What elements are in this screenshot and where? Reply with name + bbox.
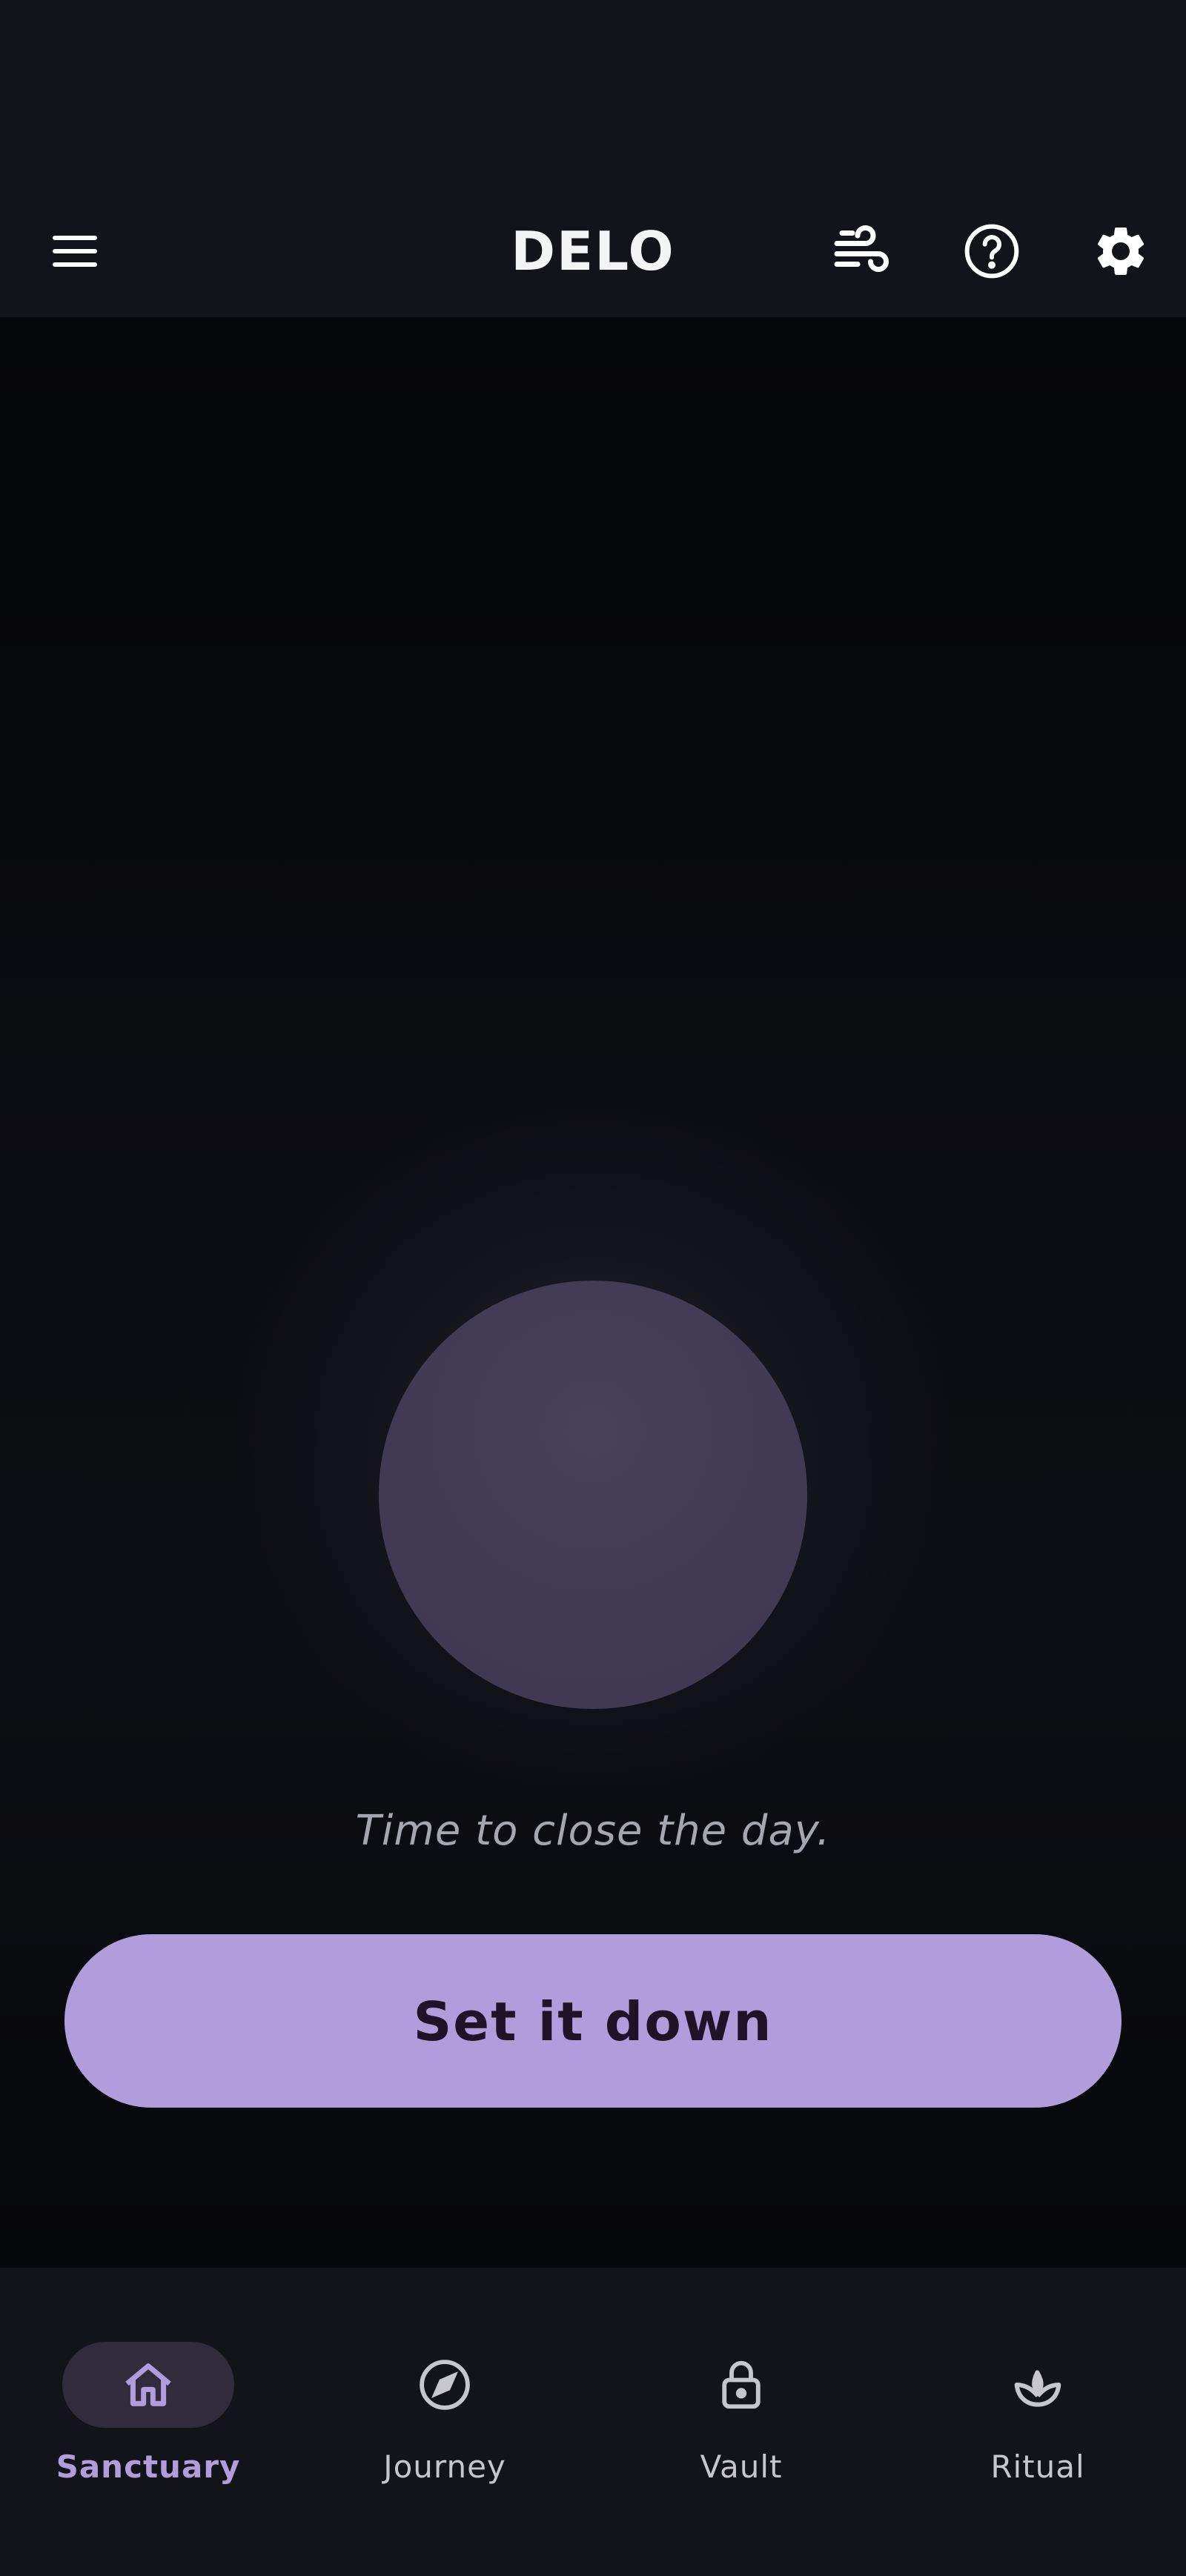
sprout-icon (1014, 2370, 1061, 2407)
gear-icon (1097, 227, 1144, 275)
help-icon (964, 224, 1019, 279)
help-button[interactable] (947, 207, 1036, 296)
nav-label-journey: Journey (383, 2449, 506, 2485)
breathing-orb[interactable] (379, 1281, 807, 1709)
nav-label-vault: Vault (700, 2449, 783, 2485)
set-it-down-button[interactable]: Set it down (64, 1934, 1122, 2108)
evening-prompt: Time to close the day. (355, 1807, 831, 1855)
wind-icon (834, 225, 889, 272)
breath-button[interactable] (818, 207, 907, 296)
home-icon (125, 2363, 171, 2406)
compass-icon (420, 2360, 470, 2410)
nav-label-sanctuary: Sanctuary (56, 2449, 241, 2485)
top-app-bar: DELO (0, 185, 1186, 317)
nav-label-ritual: Ritual (990, 2449, 1085, 2485)
sanctuary-screen: Time to close the day. Set it down (0, 317, 1186, 2268)
nav-item-journey[interactable]: Journey (296, 2305, 593, 2497)
nav-item-sanctuary[interactable]: Sanctuary (0, 2305, 296, 2497)
nav-item-vault[interactable]: Vault (593, 2305, 890, 2497)
nav-item-ritual[interactable]: Ritual (890, 2305, 1186, 2497)
bottom-navigation: Sanctuary Journey Vault Ritual (0, 2268, 1186, 2576)
status-bar (0, 0, 1186, 185)
lock-icon (722, 2360, 761, 2409)
nav-active-indicator (62, 2342, 234, 2428)
settings-button[interactable] (1076, 207, 1165, 296)
